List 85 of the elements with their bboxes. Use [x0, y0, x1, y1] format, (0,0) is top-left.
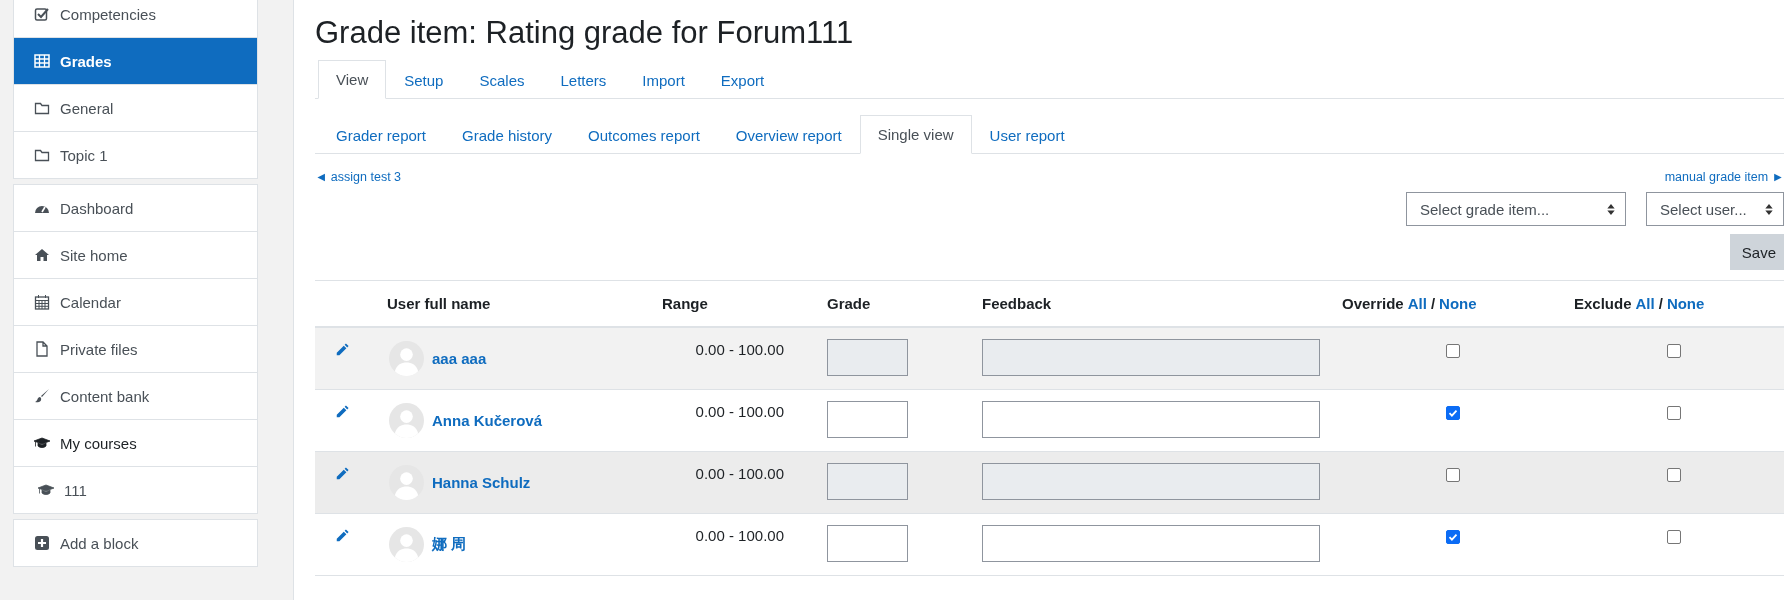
feedback-input[interactable]: [982, 401, 1320, 438]
sidebar-item[interactable]: Dashboard: [14, 185, 257, 231]
brush-icon: [34, 388, 50, 404]
avatar-icon: [389, 341, 424, 376]
grade-input[interactable]: [827, 525, 908, 562]
user-name-link[interactable]: aaa aaa: [432, 350, 487, 367]
home-icon: [34, 247, 50, 263]
sort-arrows-icon: [1765, 203, 1773, 215]
override-checkbox[interactable]: [1446, 344, 1460, 358]
tab[interactable]: Scales: [461, 60, 543, 99]
report-tab[interactable]: Overview report: [717, 115, 860, 154]
exclude-checkbox[interactable]: [1667, 406, 1681, 420]
page-title: Grade item: Rating grade for Forum111: [315, 15, 855, 51]
select-none-link[interactable]: None: [1666, 295, 1705, 312]
table-icon: [34, 53, 50, 69]
select-all-link[interactable]: All: [1407, 295, 1427, 312]
exclude-checkbox[interactable]: [1667, 468, 1681, 482]
exclude-checkbox[interactable]: [1667, 344, 1681, 358]
range-text: 0.00 - 100.00: [695, 527, 784, 546]
pencil-icon[interactable]: [335, 529, 349, 543]
sidebar-item[interactable]: Private files: [14, 325, 257, 372]
exclude-checkbox[interactable]: [1667, 530, 1681, 544]
sidebar-item[interactable]: Topic 1: [14, 131, 257, 178]
next-item-link[interactable]: manual grade item ►: [1664, 170, 1784, 184]
override-checkbox[interactable]: [1446, 530, 1460, 544]
sidebar-item[interactable]: Competencies: [14, 0, 257, 37]
select-all-link[interactable]: All: [1635, 295, 1655, 312]
graduation-cap-icon: [34, 435, 50, 451]
select-none-link[interactable]: None: [1439, 295, 1477, 312]
calendar-icon: [34, 294, 50, 310]
checkbox-icon: [34, 6, 50, 22]
tab[interactable]: View: [318, 60, 387, 99]
report-tab[interactable]: User report: [971, 115, 1083, 154]
checkmark-icon: [1447, 531, 1459, 543]
sidebar-item[interactable]: My courses: [14, 419, 257, 466]
feedback-input[interactable]: [982, 525, 1320, 562]
graduation-cap-icon: [38, 482, 54, 498]
checkmark-icon: [1447, 407, 1459, 419]
column-header: Range: [662, 295, 709, 312]
sidebar-item[interactable]: General: [14, 84, 257, 131]
folder-icon: [34, 100, 50, 116]
sidebar-item[interactable]: Content bank: [14, 372, 257, 419]
avatar-icon: [389, 403, 424, 438]
pencil-icon[interactable]: [335, 467, 349, 481]
avatar-icon: [389, 465, 424, 500]
sidebar-item[interactable]: Grades: [14, 37, 257, 84]
sidebar-item[interactable]: Calendar: [14, 278, 257, 325]
column-header: User full name: [387, 295, 492, 312]
report-tab[interactable]: Grader report: [318, 115, 445, 154]
sort-arrows-icon: [1607, 203, 1615, 215]
file-icon: [34, 341, 50, 357]
separator-text: /: [1658, 295, 1663, 312]
column-header: Override: [1342, 295, 1404, 312]
grade-input[interactable]: [827, 401, 908, 438]
override-checkbox[interactable]: [1446, 468, 1460, 482]
report-tab[interactable]: Grade history: [444, 115, 571, 154]
separator-text: /: [1430, 295, 1436, 312]
override-checkbox[interactable]: [1446, 406, 1460, 420]
tab[interactable]: Export: [702, 60, 783, 99]
report-tab[interactable]: Outcomes report: [570, 115, 718, 154]
user-name-link[interactable]: Anna Kučerová: [432, 412, 543, 429]
sidebar-item[interactable]: Add a block: [14, 520, 257, 566]
column-header: Feedback: [982, 295, 1053, 312]
sidebar-item[interactable]: 111: [14, 466, 257, 513]
column-header: Grade: [827, 295, 872, 312]
pencil-icon[interactable]: [335, 343, 349, 357]
column-header: Exclude: [1574, 295, 1632, 312]
report-tab[interactable]: Single view: [859, 115, 972, 154]
avatar-icon: [389, 527, 424, 562]
user-name-link[interactable]: 娜 周: [432, 535, 467, 554]
select-dropdown[interactable]: Select user...: [1646, 192, 1784, 226]
range-text: 0.00 - 100.00: [695, 465, 784, 484]
previous-item-link[interactable]: ◄ assign test 3: [315, 170, 402, 184]
user-name-link[interactable]: Hanna Schulz: [432, 474, 531, 491]
pencil-icon[interactable]: [335, 405, 349, 419]
folder-icon: [34, 147, 50, 163]
save-button[interactable]: Save: [1729, 234, 1784, 270]
tab[interactable]: Letters: [542, 60, 625, 99]
select-dropdown[interactable]: Select grade item...: [1406, 192, 1626, 226]
tab[interactable]: Import: [624, 60, 703, 99]
plus-icon: [34, 535, 50, 551]
range-text: 0.00 - 100.00: [695, 403, 784, 422]
tab[interactable]: Setup: [386, 60, 462, 99]
range-text: 0.00 - 100.00: [695, 341, 784, 360]
sidebar-item[interactable]: Site home: [14, 231, 257, 278]
